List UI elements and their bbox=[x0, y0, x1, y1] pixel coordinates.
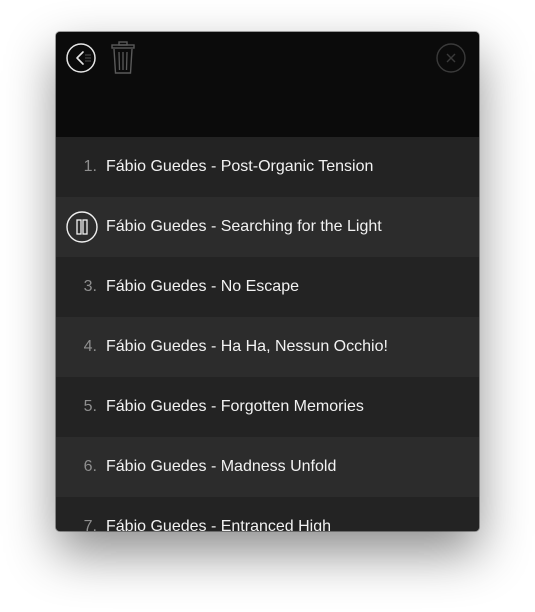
playlist-window: 1. Fábio Guedes - Post-Organic Tension F… bbox=[56, 32, 479, 531]
playlist-item-3[interactable]: 3. Fábio Guedes - No Escape bbox=[56, 257, 479, 317]
playlist-item-5[interactable]: 5. Fábio Guedes - Forgotten Memories bbox=[56, 377, 479, 437]
track-title: Fábio Guedes - Post-Organic Tension bbox=[106, 158, 374, 175]
track-title: Fábio Guedes - Entranced High bbox=[106, 518, 332, 531]
pause-icon[interactable] bbox=[66, 211, 98, 243]
back-arrow-icon[interactable] bbox=[66, 43, 96, 73]
track-title: Fábio Guedes - Forgotten Memories bbox=[106, 398, 364, 415]
playlist-item-4[interactable]: 4. Fábio Guedes - Ha Ha, Nessun Occhio! bbox=[56, 317, 479, 377]
playlist-item-7[interactable]: 7. Fábio Guedes - Entranced High bbox=[56, 497, 479, 531]
track-title: Fábio Guedes - Searching for the Light bbox=[106, 218, 382, 235]
track-number: 4. bbox=[83, 338, 97, 355]
track-number: 7. bbox=[83, 518, 97, 531]
track-number: 1. bbox=[83, 158, 97, 175]
track-title: Fábio Guedes - Madness Unfold bbox=[106, 458, 337, 475]
playlist-item-1[interactable]: 1. Fábio Guedes - Post-Organic Tension bbox=[56, 137, 479, 197]
track-title: Fábio Guedes - No Escape bbox=[106, 278, 299, 295]
trash-icon[interactable] bbox=[109, 41, 137, 75]
playlist-item-6[interactable]: 6. Fábio Guedes - Madness Unfold bbox=[56, 437, 479, 497]
playlist: 1. Fábio Guedes - Post-Organic Tension F… bbox=[56, 137, 479, 531]
track-title: Fábio Guedes - Ha Ha, Nessun Occhio! bbox=[106, 338, 388, 355]
close-icon[interactable] bbox=[436, 43, 466, 73]
window-header bbox=[56, 32, 479, 137]
track-number: 6. bbox=[83, 458, 97, 475]
track-number: 3. bbox=[83, 278, 97, 295]
track-number: 5. bbox=[83, 398, 97, 415]
playlist-item-2[interactable]: Fábio Guedes - Searching for the Light bbox=[56, 197, 479, 257]
